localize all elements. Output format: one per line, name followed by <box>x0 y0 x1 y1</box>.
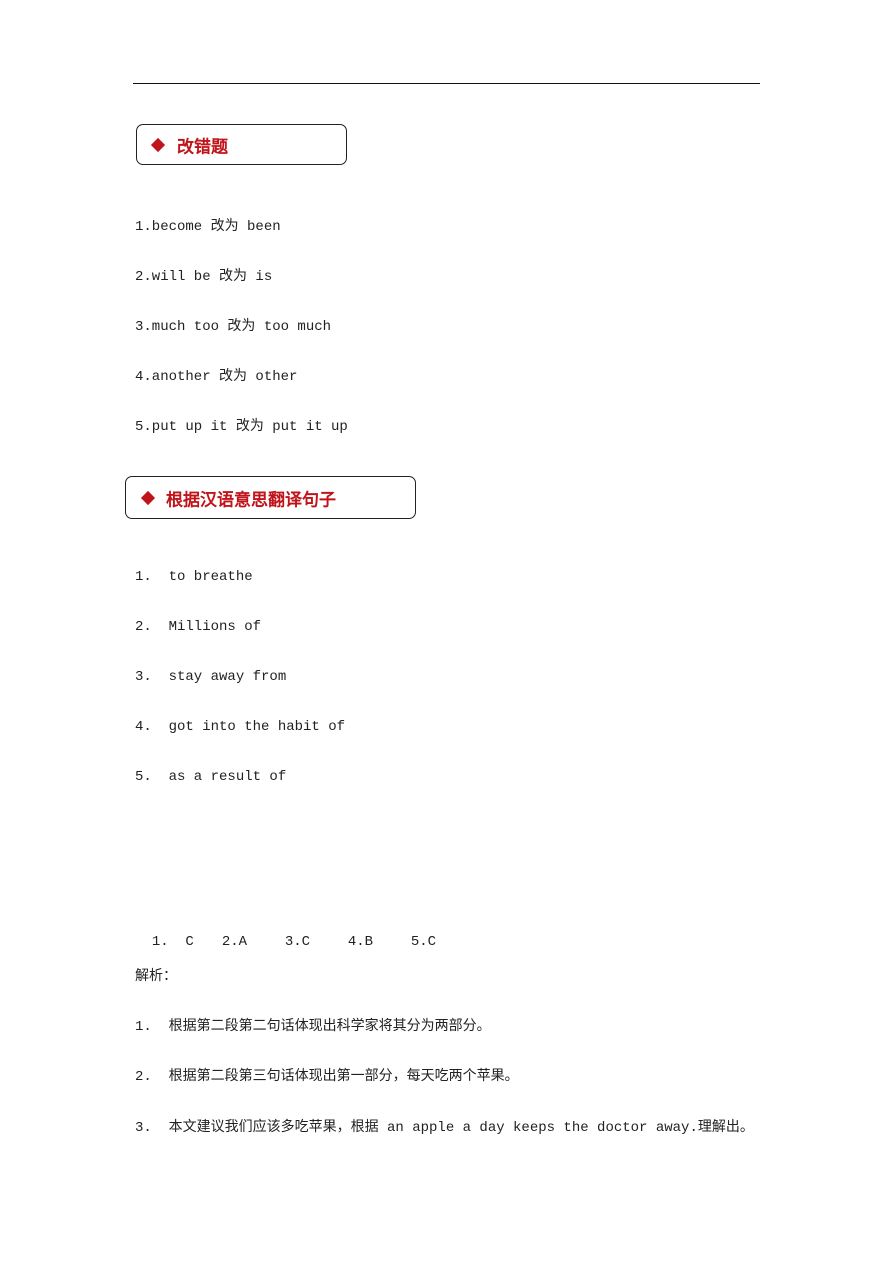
translation-item: 4. got into the habit of <box>135 719 346 735</box>
analysis-label: 解析： <box>135 969 177 985</box>
answer-key: 1. C 2.A 3.C 4.B 5.C <box>135 918 436 950</box>
header-rule <box>133 83 760 84</box>
diamond-bullet-icon <box>140 490 156 505</box>
translation-item: 3. stay away from <box>135 669 287 685</box>
analysis-item: 1. 根据第二段第二句话体现出科学家将其分为两部分。 <box>135 1019 491 1035</box>
correction-item: 5.put up it 改为 put it up <box>135 419 348 435</box>
section-title: 改错题 <box>177 137 228 157</box>
correction-item: 1.become 改为 been <box>135 219 281 235</box>
translation-item: 1. to breathe <box>135 569 253 585</box>
section-title: 根据汉语意思翻译句子 <box>166 490 336 510</box>
analysis-item: 2. 根据第二段第三句话体现出第一部分，每天吃两个苹果。 <box>135 1069 519 1085</box>
answer-item: 1. C <box>151 934 194 950</box>
header-shadow <box>411 514 429 522</box>
correction-item: 2.will be 改为 is <box>135 269 273 285</box>
section-header-correction: 改错题 <box>136 124 360 168</box>
translation-item: 2. Millions of <box>135 619 262 635</box>
translation-item: 5. as a result of <box>135 769 287 785</box>
section-header-translation: 根据汉语意思翻译句子 <box>125 476 429 522</box>
answer-item: 3.C <box>284 934 311 950</box>
answer-item: 2.A <box>221 934 248 950</box>
answer-item: 4.B <box>347 934 374 950</box>
analysis-item: 3. 本文建议我们应该多吃苹果，根据 an apple a day keeps … <box>135 1120 754 1136</box>
answer-item: 5.C <box>410 934 437 950</box>
header-shadow <box>342 160 360 168</box>
correction-item: 3.much too 改为 too much <box>135 319 332 335</box>
correction-item: 4.another 改为 other <box>135 369 298 385</box>
diamond-bullet-icon <box>150 137 166 152</box>
